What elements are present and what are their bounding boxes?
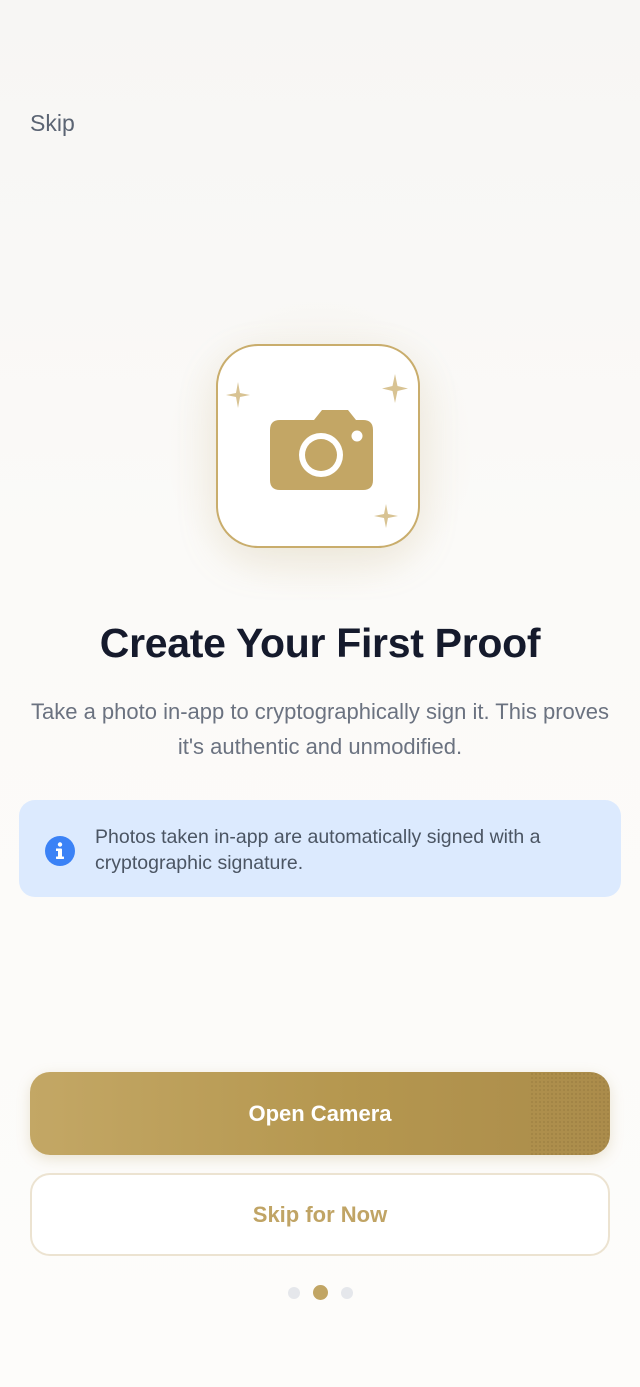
hero-camera-card: [216, 344, 420, 548]
info-icon: [45, 836, 75, 866]
open-camera-label: Open Camera: [248, 1100, 392, 1126]
page-dot: [287, 1286, 300, 1299]
skip-for-now-button[interactable]: Skip for Now: [30, 1173, 610, 1256]
page-dot-active: [312, 1285, 328, 1300]
button-texture: [530, 1072, 610, 1155]
skip-link[interactable]: Skip: [30, 110, 75, 137]
info-banner: Photos taken in-app are automatically si…: [19, 800, 621, 897]
info-banner-text: Photos taken in-app are automatically si…: [95, 826, 541, 874]
sparkle-icon: [382, 374, 408, 403]
page-subtitle: Take a photo in-app to cryptographically…: [30, 699, 609, 759]
page-indicator: [0, 1285, 640, 1300]
sparkle-icon: [374, 504, 398, 528]
page-title: Create Your First Proof: [99, 620, 541, 666]
page-dot: [340, 1286, 353, 1299]
camera-icon: [270, 410, 373, 490]
camera-illustration: [226, 374, 408, 528]
skip-for-now-label: Skip for Now: [252, 1201, 388, 1227]
sparkle-icon: [226, 382, 250, 408]
open-camera-button[interactable]: Open Camera: [30, 1072, 610, 1155]
